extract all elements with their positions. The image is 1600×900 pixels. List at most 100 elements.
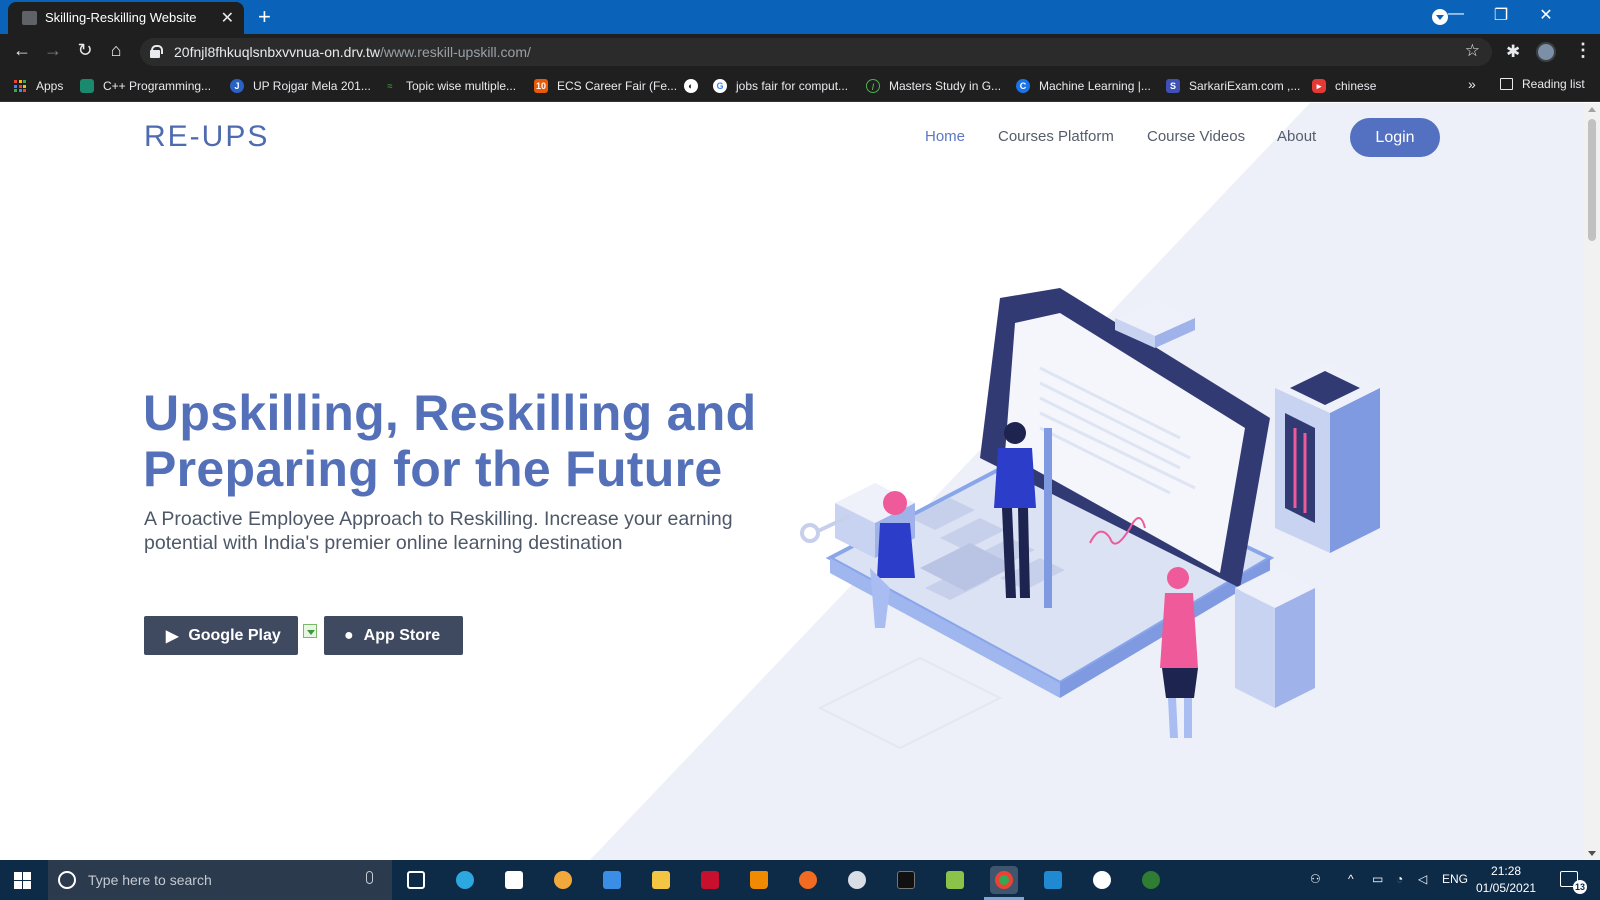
hero-title-line-2: Preparing for the Future — [143, 441, 723, 497]
reading-list-label: Reading list — [1522, 77, 1585, 91]
bookmark-label: chinese — [1335, 79, 1377, 93]
people-icon[interactable]: ⚇ — [1310, 872, 1321, 886]
bookmark-favicon-icon: / — [866, 79, 880, 93]
login-button[interactable]: Login — [1350, 118, 1440, 157]
youtube-icon: ▸ — [1312, 79, 1326, 93]
home-icon[interactable]: ⌂ — [104, 40, 128, 61]
vlc-icon[interactable] — [745, 866, 773, 894]
bookmark-apps[interactable]: Apps — [14, 77, 63, 95]
more-bookmarks-icon[interactable]: » — [1468, 76, 1476, 92]
apple-icon: ● — [344, 626, 354, 644]
google-icon: G — [713, 79, 727, 93]
bookmark-cpp[interactable]: C++ Programming... — [80, 77, 211, 95]
bookmark-topic-wise[interactable]: ≈ Topic wise multiple... — [383, 77, 517, 95]
nav-about[interactable]: About — [1277, 128, 1316, 145]
windows-taskbar: Type here to search ⚇ ^ ▭ ◔ ◁ ENG 21:28 … — [0, 860, 1600, 900]
mail-icon[interactable] — [598, 866, 626, 894]
paint-icon[interactable] — [549, 866, 577, 894]
nav-home[interactable]: Home — [925, 128, 965, 145]
play-icon: ▶ — [166, 627, 179, 645]
bookmark-globe[interactable]: ◐ — [684, 77, 707, 95]
bookmark-label: C++ Programming... — [103, 79, 212, 93]
language-indicator[interactable]: ENG — [1442, 872, 1468, 886]
wifi-icon[interactable]: ◔ — [1396, 872, 1403, 886]
scroll-up-arrow-icon[interactable] — [1588, 107, 1596, 112]
terminal-icon[interactable] — [892, 866, 920, 894]
reload-icon[interactable]: ↻ — [73, 40, 97, 61]
volume-icon[interactable]: ◁ — [1418, 872, 1427, 886]
bookmark-up-rojgar[interactable]: J UP Rojgar Mela 201... — [230, 77, 371, 95]
browser-tab-strip: Skilling-Reskilling Website ✕ + — ❐ ✕ — [0, 0, 1600, 34]
notepad-plus-icon[interactable] — [941, 866, 969, 894]
battery-icon[interactable]: ▭ — [1372, 872, 1383, 886]
restore-button[interactable]: ❐ — [1486, 5, 1516, 25]
web-page: RE-UPS Home Courses Platform Course Vide… — [0, 103, 1584, 860]
reading-list-button[interactable]: Reading list — [1500, 77, 1585, 91]
site-brand-logo[interactable]: RE-UPS — [144, 120, 269, 154]
lock-icon[interactable] — [150, 45, 163, 58]
close-tab-icon[interactable]: ✕ — [221, 8, 234, 28]
bookmark-star-icon[interactable]: ☆ — [1465, 41, 1480, 61]
microphone-icon[interactable] — [366, 871, 373, 884]
bookmark-label: Masters Study in G... — [889, 79, 1002, 93]
scroll-down-arrow-icon[interactable] — [1588, 851, 1596, 856]
close-window-button[interactable]: ✕ — [1531, 5, 1561, 25]
hero-illustration — [800, 288, 1380, 750]
globe-icon: ◐ — [684, 79, 698, 93]
bookmark-masters-study[interactable]: / Masters Study in G... — [866, 77, 1001, 95]
app-icon-diamond[interactable] — [1137, 866, 1165, 894]
taskbar-search[interactable]: Type here to search — [48, 860, 392, 900]
windows-start-icon[interactable] — [14, 872, 31, 889]
app-store-button[interactable]: ● App Store — [324, 616, 463, 655]
clock-time: 21:28 — [1491, 864, 1522, 878]
browser-tab[interactable]: Skilling-Reskilling Website ✕ — [8, 2, 244, 34]
bookmark-jobs-fair[interactable]: G jobs fair for comput... — [713, 77, 848, 95]
acrobat-icon[interactable] — [696, 866, 724, 894]
address-bar[interactable]: 20fnjl8fhkuqlsnbxvvnua-on.drv.tw/www.res… — [140, 38, 1492, 66]
clock-date: 01/05/2021 — [1476, 881, 1537, 895]
bookmark-favicon-icon: ≈ — [387, 81, 393, 91]
chrome-icon[interactable] — [990, 866, 1018, 894]
nav-courses-platform[interactable]: Courses Platform — [998, 128, 1114, 145]
extensions-puzzle-icon[interactable]: ✱ — [1506, 42, 1520, 62]
url-text[interactable]: 20fnjl8fhkuqlsnbxvvnua-on.drv.tw/www.res… — [174, 44, 531, 60]
task-view-icon[interactable] — [402, 866, 430, 894]
google-play-button[interactable]: ▶ Google Play — [144, 616, 298, 655]
new-tab-button[interactable]: + — [258, 4, 271, 30]
page-scrollbar[interactable] — [1584, 103, 1600, 860]
bookmark-label: SarkariExam.com ,... — [1189, 79, 1301, 93]
taskbar-clock[interactable]: 21:28 01/05/2021 — [1476, 863, 1536, 897]
scrollbar-thumb[interactable] — [1588, 119, 1596, 241]
store-icon[interactable] — [500, 866, 528, 894]
bookmark-label: Machine Learning |... — [1039, 79, 1151, 93]
snipping-tool-icon[interactable] — [843, 866, 871, 894]
minimize-button[interactable]: — — [1441, 5, 1471, 23]
bookmark-ecs-career[interactable]: 10 ECS Career Fair (Fe... — [534, 77, 677, 95]
nav-course-videos[interactable]: Course Videos — [1147, 128, 1245, 145]
bookmark-sarkariexam[interactable]: S SarkariExam.com ,... — [1166, 77, 1300, 95]
reading-list-icon — [1500, 78, 1513, 90]
app-icon-circle[interactable] — [1088, 866, 1116, 894]
bookmark-label: UP Rojgar Mela 201... — [253, 79, 371, 93]
bookmark-favicon-icon: J — [230, 79, 244, 93]
app-store-label: App Store — [363, 626, 441, 644]
apps-grid-icon — [14, 80, 26, 92]
browser-menu-icon[interactable]: ⋮ — [1574, 40, 1592, 61]
profile-avatar[interactable] — [1536, 42, 1556, 62]
download-icon — [303, 624, 317, 638]
file-explorer-icon[interactable] — [647, 866, 675, 894]
taskbar-search-placeholder: Type here to search — [88, 872, 212, 888]
bookmark-favicon-icon: C — [1016, 79, 1030, 93]
forward-icon[interactable]: → — [41, 40, 65, 61]
bookmark-label: Topic wise multiple... — [406, 79, 517, 93]
bookmark-chinese[interactable]: ▸ chinese — [1312, 77, 1376, 95]
vscode-icon[interactable] — [1039, 866, 1067, 894]
tab-title: Skilling-Reskilling Website — [45, 10, 197, 25]
bookmark-favicon-icon — [80, 79, 94, 93]
bookmark-machine-learning[interactable]: C Machine Learning |... — [1016, 77, 1151, 95]
edge-icon[interactable] — [451, 866, 479, 894]
tray-expand-icon[interactable]: ^ — [1348, 872, 1354, 886]
site-favicon-icon — [22, 11, 37, 25]
back-icon[interactable]: ← — [10, 40, 34, 61]
firefox-icon[interactable] — [794, 866, 822, 894]
